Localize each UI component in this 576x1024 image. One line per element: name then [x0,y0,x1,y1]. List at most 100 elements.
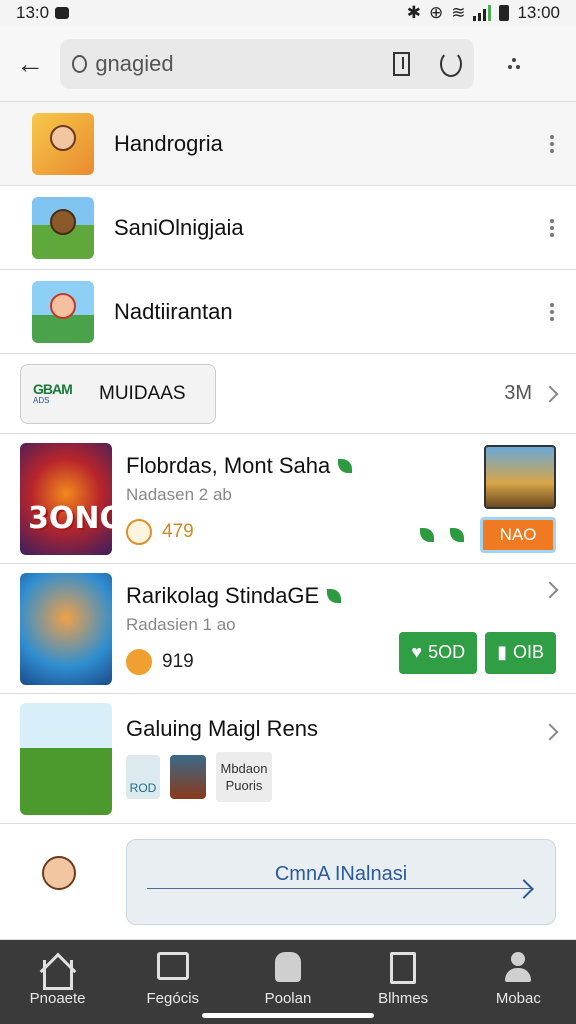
tree-icon [450,527,464,542]
document-icon[interactable] [393,51,411,76]
result-count: 3M [504,382,532,404]
chevron-right-icon[interactable] [541,723,559,740]
kebab-menu-icon[interactable] [548,218,556,237]
rating-value: 479 [162,520,194,542]
game-card[interactable]: Rarikolag StindaGE Radasien 1 ao 919 ♥ 5… [0,564,576,694]
game-banner-image [20,702,112,815]
game-banner-image [20,572,112,685]
signal-icon [473,5,492,21]
nav-profile[interactable]: Mobac [468,951,568,1007]
game-card[interactable]: 3ONO Flobrdas, Mont Saha Nadasen 2 ab 47… [0,434,576,564]
rating-value: 919 [162,650,194,672]
game-card[interactable]: Galuing Maigl Rens ROD Mbdaon Puoris [0,694,576,824]
card-actions: ♥ 5OD ▮ OIB [399,581,559,674]
card-subtitle: Nadasen 2 ab [126,484,232,504]
buffalo-game-icon [32,196,94,259]
search-box[interactable] [60,38,474,89]
promo-underline [147,887,533,889]
banner-text: 3ONO [28,500,112,536]
search-icon [72,54,88,73]
character-image [20,835,100,928]
notification-icon [55,7,70,19]
nav-home[interactable]: Pnoaete [8,952,108,1007]
card-info: Rarikolag StindaGE Radasien 1 ao 919 [126,582,342,675]
more-options-button[interactable] [504,58,524,69]
card-title: Rarikolag StindaGE [126,582,342,609]
tile-line-1: Mbdaon [220,760,268,776]
card-title: Galuing Maigl Rens [126,715,318,741]
nav-label: Mobac [495,989,541,1007]
chevron-right-icon[interactable] [541,385,559,402]
nav-files[interactable]: Blhmes [353,951,453,1007]
card-info: Galuing Maigl Rens ROD Mbdaon Puoris [126,716,318,802]
card-title-text: Flobrdas, Mont Saha [126,452,331,478]
game-banner-image: 3ONO [20,442,112,555]
promo-card[interactable]: CmnA INalnasi [0,824,576,940]
share-label: OIB [512,642,544,662]
nav-lamp[interactable]: Poolan [238,951,338,1007]
more-apps-tile[interactable]: Mbdaon Puoris [216,751,272,802]
coin-icon [126,648,152,675]
tile-line-2: Puoris [225,777,263,793]
home-icon [39,952,76,990]
vibrate-icon: ⊕ [428,3,444,22]
file-icon [387,951,419,984]
card-info: Flobrdas, Mont Saha Nadasen 2 ab 479 [126,452,353,545]
like-button[interactable]: ♥ 5OD [399,631,478,674]
heart-icon: ♥ [411,642,423,662]
coin-icon [126,518,152,545]
share-button[interactable]: ▮ OIB [485,631,556,674]
verified-icon [338,458,353,473]
rating-row: 919 [126,648,341,675]
cartoon-kid-game-icon [32,112,94,175]
clock-right: 13:00 [517,3,560,22]
list-item[interactable]: Handrogria [0,102,576,186]
bluetooth-icon: ✱ [406,3,421,22]
promo-banner[interactable]: CmnA INalnasi [126,838,556,925]
wifi-icon: ≋ [451,3,466,22]
chip-label: MUIDAAS [99,382,186,404]
refresh-icon[interactable] [440,50,462,77]
like-count: 5OD [428,642,466,662]
games-chip[interactable]: GBAM ADS MUIDAAS [20,363,216,424]
search-input[interactable] [95,50,384,77]
chevron-right-icon[interactable] [541,581,559,598]
profile-icon [502,951,534,984]
card-title-text: Rarikolag StindaGE [126,582,320,608]
logo-text: GBAM [33,380,73,397]
suggestion-list: Handrogria SaniOlnigjaia Nadtiirantan [0,102,576,354]
list-item-label: Nadtiirantan [114,298,233,324]
promo-text: CmnA INalnasi [274,863,408,885]
bottom-navigation: Pnoaete Fegócis Poolan Blhmes Mobac [0,940,576,1024]
card-actions [532,723,559,792]
list-item[interactable]: Nadtiirantan [0,270,576,354]
games-logo-icon: GBAM ADS [33,382,89,406]
status-bar: 13:0 ✱ ⊕ ≋ 13:00 [0,0,576,26]
kebab-menu-icon[interactable] [548,134,556,153]
category-row[interactable]: GBAM ADS MUIDAAS 3M [0,354,576,434]
search-header: ← [0,26,576,102]
nav-news[interactable]: Fegócis [123,951,223,1007]
battery-icon [499,5,510,21]
home-indicator[interactable] [202,1013,374,1018]
arrow-icon [514,878,534,899]
lamp-icon [272,951,304,984]
card-title: Flobrdas, Mont Saha [126,452,353,479]
list-item[interactable]: SaniOlnigjaia [0,186,576,270]
kebab-menu-icon[interactable] [548,302,556,321]
ghost-app-icon[interactable]: ROD [126,754,160,799]
nav-label: Pnoaete [29,989,86,1007]
nav-label: Fegócis [146,989,200,1007]
leaf-icon [420,527,434,542]
back-button[interactable]: ← [14,48,46,80]
list-item-label: SaniOlnigjaia [114,214,244,240]
news-icon [156,951,189,984]
nav-label: Poolan [264,989,312,1007]
share-icon: ▮ [497,642,507,662]
game-thumbnail[interactable] [484,444,556,509]
adventure-app-icon[interactable] [170,754,206,799]
card-subtitle: Radasien 1 ao [126,614,236,634]
install-button[interactable]: NAO [480,516,556,553]
related-icons: ROD Mbdaon Puoris [126,751,318,802]
star-icon [327,588,342,603]
